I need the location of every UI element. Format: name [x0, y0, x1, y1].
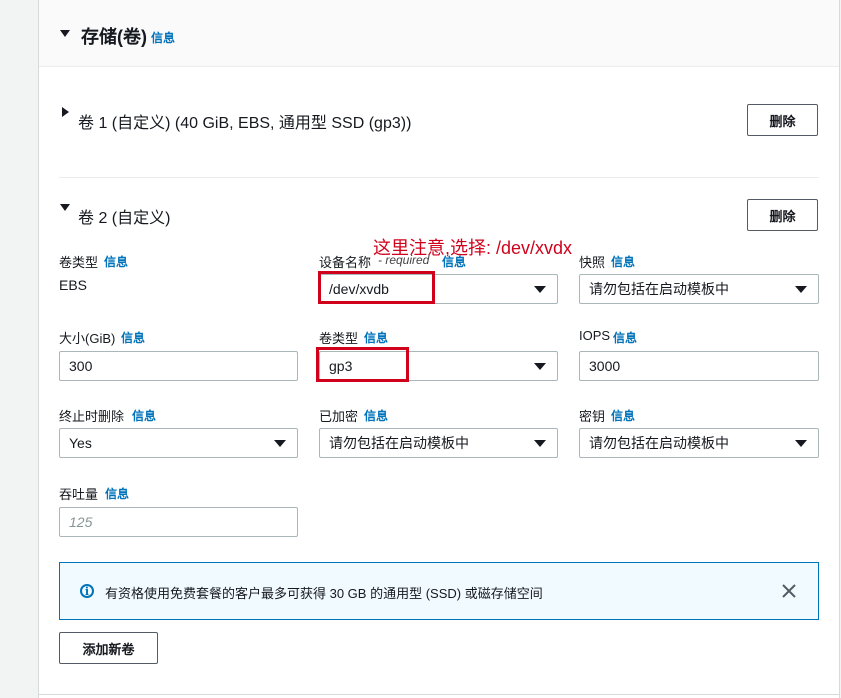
- delete-on-termination-value: Yes: [69, 435, 92, 451]
- encrypted-value: 请勿包括在启动模板中: [329, 435, 469, 451]
- size-label: 大小(GiB): [59, 331, 116, 346]
- kms-key-select[interactable]: 请勿包括在启动模板中: [579, 428, 819, 458]
- volume-type-static-label: 卷类型: [59, 255, 99, 270]
- throughput-placeholder: 125: [69, 514, 93, 530]
- divider: [59, 177, 819, 178]
- iops-label: IOPS: [579, 328, 611, 343]
- volume2-title[interactable]: 卷 2 (自定义): [78, 204, 170, 228]
- device-name-info-link[interactable]: 信息: [442, 253, 466, 270]
- storage-title: 存储(卷): [81, 27, 147, 47]
- annotation-highlight-box: [316, 347, 409, 382]
- add-volume-button[interactable]: 添加新卷: [59, 632, 158, 664]
- volume2-delete-button[interactable]: 删除: [747, 199, 818, 231]
- encrypted-label: 已加密: [319, 409, 359, 424]
- volume-type-info-link[interactable]: 信息: [364, 329, 388, 346]
- size-value: 300: [69, 358, 93, 374]
- info-circle-icon: i: [80, 584, 94, 598]
- storage-header[interactable]: 存储(卷) 信息: [39, 0, 839, 67]
- throughput-info-link[interactable]: 信息: [105, 485, 129, 502]
- device-name-required: - required: [378, 253, 430, 267]
- kms-key-info-link[interactable]: 信息: [611, 407, 635, 424]
- dropdown-caret-icon: [534, 440, 546, 447]
- volume-type-static-info-link[interactable]: 信息: [104, 253, 128, 270]
- encrypted-info-link[interactable]: 信息: [364, 407, 388, 424]
- volume-type-static-value: EBS: [59, 277, 88, 293]
- iops-value: 3000: [589, 358, 621, 374]
- device-name-label: 设备名称: [319, 255, 372, 270]
- dropdown-caret-icon: [795, 440, 807, 447]
- snapshot-info-link[interactable]: 信息: [611, 253, 635, 270]
- snapshot-select[interactable]: 请勿包括在启动模板中: [579, 274, 819, 304]
- storage-info-link[interactable]: 信息: [151, 29, 175, 46]
- caret-right-icon[interactable]: [62, 107, 69, 117]
- delete-on-termination-info-link[interactable]: 信息: [132, 407, 156, 424]
- throughput-input[interactable]: 125: [59, 507, 298, 537]
- caret-down-icon[interactable]: [60, 30, 70, 37]
- kms-key-label: 密钥: [579, 409, 606, 424]
- size-info-link[interactable]: 信息: [121, 329, 145, 346]
- delete-on-termination-label: 终止时删除: [59, 409, 125, 424]
- dropdown-caret-icon: [534, 363, 546, 370]
- delete-on-termination-select[interactable]: Yes: [59, 428, 298, 458]
- iops-info-link[interactable]: 信息: [613, 329, 637, 346]
- dropdown-caret-icon: [795, 286, 807, 293]
- size-input[interactable]: 300: [59, 351, 298, 381]
- volume1-title[interactable]: 卷 1 (自定义) (40 GiB, EBS, 通用型 SSD (gp3)): [78, 109, 411, 133]
- free-tier-alert: i 有资格使用免费套餐的客户最多可获得 30 GB 的通用型 (SSD) 或磁存…: [59, 562, 819, 620]
- throughput-label: 吞吐量: [59, 487, 99, 502]
- volume1-delete-button[interactable]: 删除: [747, 104, 818, 136]
- dropdown-caret-icon: [274, 440, 286, 447]
- kms-key-value: 请勿包括在启动模板中: [589, 435, 729, 451]
- free-tier-alert-text: 有资格使用免费套餐的客户最多可获得 30 GB 的通用型 (SSD) 或磁存储空…: [105, 586, 543, 601]
- close-icon[interactable]: [782, 584, 796, 598]
- dropdown-caret-icon: [534, 286, 546, 293]
- storage-panel: 存储(卷) 信息 卷 1 (自定义) (40 GiB, EBS, 通用型 SSD…: [38, 0, 840, 698]
- encrypted-select[interactable]: 请勿包括在启动模板中: [319, 428, 558, 458]
- snapshot-value: 请勿包括在启动模板中: [589, 281, 729, 297]
- caret-down-icon[interactable]: [60, 204, 70, 211]
- iops-input[interactable]: 3000: [579, 351, 819, 381]
- volume-type-label: 卷类型: [319, 331, 359, 346]
- annotation-highlight-box: [318, 271, 435, 304]
- panel-bottom-border: [39, 694, 839, 695]
- snapshot-label: 快照: [579, 255, 606, 270]
